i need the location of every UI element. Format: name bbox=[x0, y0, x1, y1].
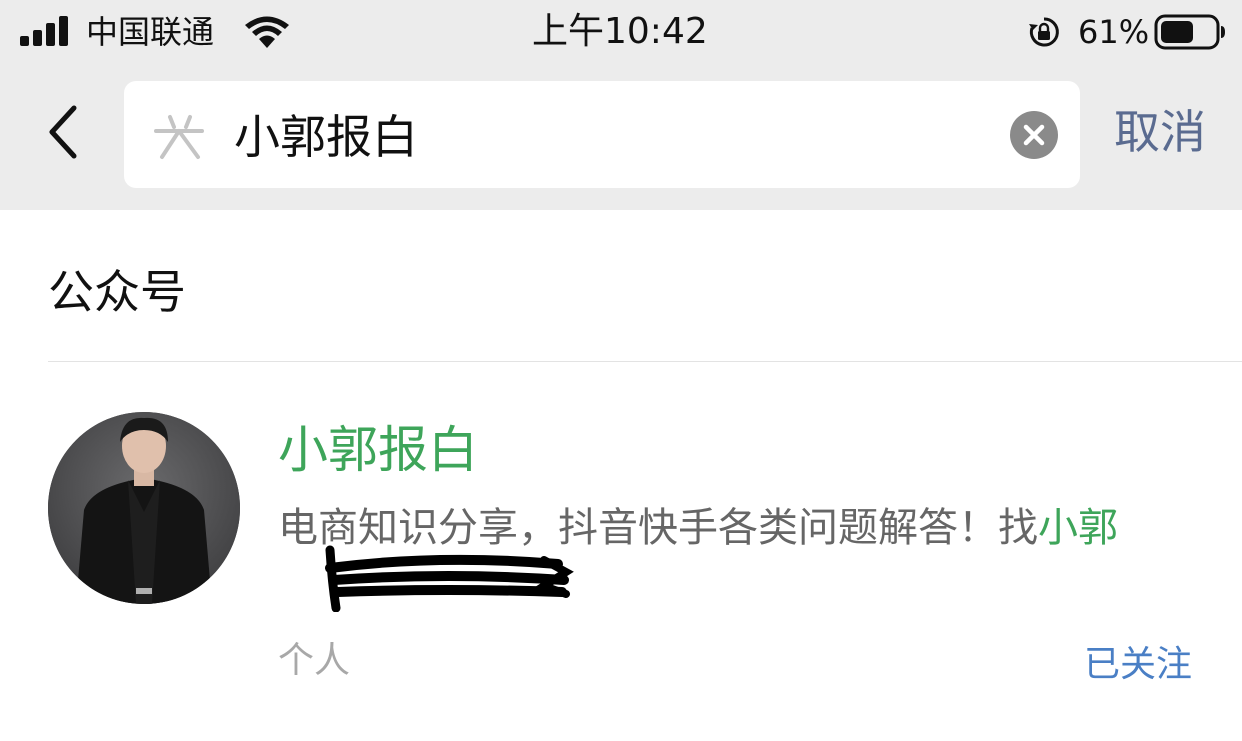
search-logo-icon bbox=[154, 115, 204, 159]
search-header: 取消 bbox=[0, 68, 1242, 210]
back-chevron-icon[interactable] bbox=[40, 100, 90, 164]
cancel-button[interactable]: 取消 bbox=[1114, 102, 1206, 162]
rotation-lock-icon bbox=[1029, 17, 1059, 47]
signal-icon bbox=[20, 16, 68, 46]
carrier-label: 中国联通 bbox=[86, 13, 215, 51]
search-box[interactable] bbox=[124, 81, 1080, 188]
account-result-item[interactable]: 小郭报白 电商知识分享，抖音快手各类问题解答！找小郭 个人 已关注 bbox=[0, 362, 1242, 741]
battery-percentage: 61% bbox=[1078, 13, 1150, 51]
avatar bbox=[48, 412, 240, 604]
status-bar: 中国联通 上午10:42 61% bbox=[0, 0, 1242, 68]
description-highlight: 小郭 bbox=[1038, 505, 1118, 551]
account-type-label: 个人 bbox=[278, 640, 351, 681]
section-title: 公众号 bbox=[48, 265, 186, 319]
battery-icon bbox=[1154, 14, 1225, 50]
search-input[interactable] bbox=[234, 101, 994, 167]
redaction-scribble bbox=[325, 545, 574, 612]
clear-icon[interactable] bbox=[1010, 111, 1058, 159]
wifi-icon bbox=[245, 16, 289, 48]
clock-time: 上午10:42 bbox=[532, 11, 708, 52]
follow-status[interactable]: 已关注 bbox=[1084, 642, 1192, 688]
result-name: 小郭报白 bbox=[278, 421, 478, 479]
